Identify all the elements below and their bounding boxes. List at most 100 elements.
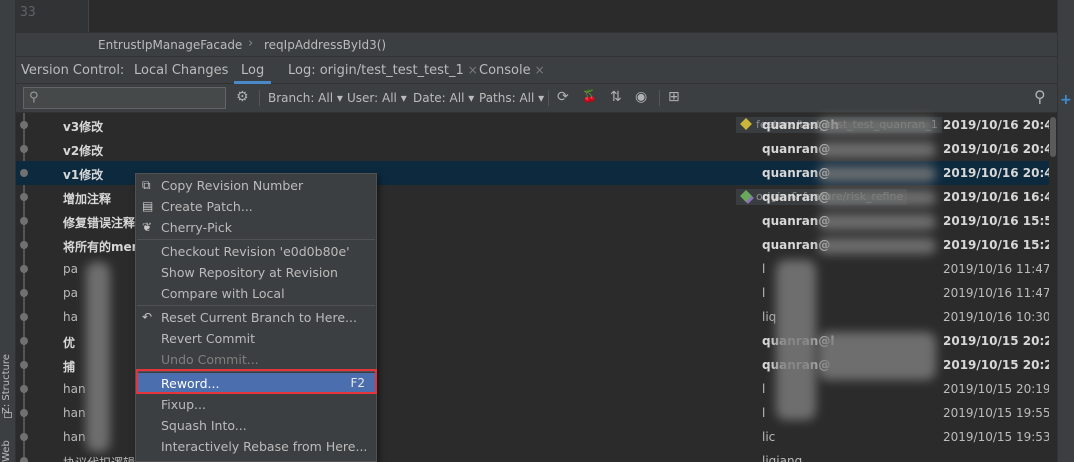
breadcrumb-separator: › xyxy=(248,36,254,51)
commit-subject: han xyxy=(63,406,86,420)
cherry-pick-icon[interactable]: 🍒 xyxy=(582,89,597,103)
patch-icon: ▤ xyxy=(142,199,154,213)
tab-label: Log xyxy=(241,63,265,78)
commit-node xyxy=(20,121,28,129)
add-icon[interactable]: + xyxy=(1060,92,1072,108)
tab-log[interactable]: Log xyxy=(234,57,272,84)
redacted-area xyxy=(818,238,936,254)
web-tool-button[interactable]: Web xyxy=(1,430,15,462)
commit-date: 2019/10/16 15:58 xyxy=(943,214,1057,228)
menu-separator xyxy=(137,239,375,240)
menu-item-label: Undo Commit... xyxy=(161,352,259,367)
breadcrumb: EntrustIpManageFacade › reqIpAddressById… xyxy=(16,32,1057,57)
search-input[interactable]: ⚲ xyxy=(23,87,226,109)
structure-tool-button[interactable]: Z: Structure xyxy=(1,342,15,414)
redacted-area xyxy=(818,332,936,380)
menu-item-label: Checkout Revision 'e0d0b80e' xyxy=(161,244,350,259)
editor-gutter: 33 xyxy=(16,0,89,32)
menu-item-create-patch[interactable]: ▤ Create Patch... xyxy=(137,196,375,217)
commit-subject: ha xyxy=(63,310,78,324)
new-tab-icon[interactable]: ⊞ xyxy=(668,89,680,105)
commit-subject: pa xyxy=(63,286,78,300)
commit-date: 2019/10/16 10:30 xyxy=(943,310,1051,324)
menu-item-compare-with-local[interactable]: Compare with Local xyxy=(137,283,375,304)
commit-subject: v1修改 xyxy=(63,168,104,182)
redacted-area xyxy=(818,190,936,206)
menu-item-fixup[interactable]: Fixup... xyxy=(137,394,375,415)
gear-icon[interactable]: ⚙ xyxy=(236,89,249,105)
branch-filter[interactable]: Branch: All ▾ xyxy=(268,91,343,105)
redacted-area xyxy=(818,142,936,158)
commit-subject: 将所有的mer xyxy=(63,240,138,254)
menu-item-label: Revert Commit xyxy=(161,331,256,346)
commit-node xyxy=(20,361,28,369)
commit-node xyxy=(20,313,28,321)
paths-filter[interactable]: Paths: All ▾ xyxy=(479,91,544,105)
menu-item-cherry-pick[interactable]: ❦ Cherry-Pick xyxy=(137,217,375,238)
menu-item-squash-into[interactable]: Squash Into... xyxy=(137,415,375,436)
cherry-icon: ❦ xyxy=(142,220,153,234)
commit-date: 2019/10/16 20:49 xyxy=(943,118,1057,132)
commit-node xyxy=(20,457,28,462)
tab-log-origin[interactable]: Log: origin/test_test_test_1 × xyxy=(288,57,478,84)
commit-node xyxy=(20,241,28,249)
menu-separator xyxy=(137,305,375,306)
breadcrumb-class[interactable]: EntrustIpManageFacade xyxy=(98,38,242,52)
commit-subject: v3修改 xyxy=(63,120,104,134)
commit-subject: 优 xyxy=(63,336,76,350)
commit-node xyxy=(20,289,28,297)
redacted-area xyxy=(776,260,816,420)
menu-item-show-repository-at-revision[interactable]: Show Repository at Revision xyxy=(137,262,375,283)
commit-node xyxy=(20,337,28,345)
commit-subject: pa xyxy=(63,262,78,276)
scrollbar[interactable] xyxy=(1049,113,1057,462)
commit-node xyxy=(20,409,28,417)
close-icon[interactable]: × xyxy=(535,63,545,77)
right-tool-strip: + xyxy=(1057,0,1074,462)
collapse-expand-icon[interactable]: ⇅ xyxy=(610,89,622,105)
tab-local-changes[interactable]: Local Changes xyxy=(134,57,228,84)
commit-date: 2019/10/16 11:47 xyxy=(943,286,1051,300)
tab-console[interactable]: Console × xyxy=(479,57,545,84)
commit-date: 2019/10/15 20:25 xyxy=(943,358,1057,372)
menu-item-checkout-revision-e0d0b80e[interactable]: Checkout Revision 'e0d0b80e' xyxy=(137,241,375,262)
menu-item-revert-commit[interactable]: Revert Commit xyxy=(137,328,375,349)
menu-item-label: Interactively Rebase from Here... xyxy=(161,439,368,454)
commit-date: 2019/10/16 15:23 xyxy=(943,238,1057,252)
menu-item-interactively-rebase-from-here[interactable]: Interactively Rebase from Here... xyxy=(137,436,375,457)
date-filter[interactable]: Date: All ▾ xyxy=(413,91,474,105)
commit-author: liqiang xyxy=(762,454,803,462)
tag-icon xyxy=(740,118,752,130)
commit-author: l xyxy=(762,382,766,396)
redacted-area xyxy=(818,166,936,182)
breadcrumb-method[interactable]: reqIpAddressById3() xyxy=(264,38,386,52)
search-icon: ⚲ xyxy=(29,90,39,105)
menu-item-label: Squash Into... xyxy=(161,418,247,433)
commit-date: 2019/10/16 20:46 xyxy=(943,142,1057,156)
menu-item-label: Copy Revision Number xyxy=(161,178,304,193)
scroll-thumb[interactable] xyxy=(1050,117,1056,157)
commit-node xyxy=(20,265,28,273)
menu-item-copy-revision-number[interactable]: ⧉ Copy Revision Number xyxy=(137,175,375,196)
tab-label: Console xyxy=(479,63,531,78)
close-icon[interactable]: × xyxy=(468,63,478,77)
search-icon[interactable]: ⚲ xyxy=(1034,87,1046,106)
commit-date: 2019/10/16 11:47 xyxy=(943,262,1051,276)
user-filter[interactable]: User: All ▾ xyxy=(347,91,407,105)
menu-item-reset-current-branch-to-here[interactable]: ↶ Reset Current Branch to Here... xyxy=(137,307,375,328)
commit-node xyxy=(20,217,28,225)
commit-subject: 修复错误注释 xyxy=(63,216,136,230)
reset-icon: ↶ xyxy=(142,310,153,324)
refresh-icon[interactable]: ⟳ xyxy=(557,89,569,105)
redacted-area xyxy=(818,118,936,134)
menu-item-label: Create Patch... xyxy=(161,199,253,214)
eye-icon[interactable]: ◉ xyxy=(635,89,647,105)
tab-label: Local Changes xyxy=(134,63,229,78)
toolbar-separator xyxy=(548,90,549,106)
commit-subject: 协议代扣逻辑 xyxy=(63,454,135,462)
commit-author: l xyxy=(762,286,766,300)
commit-author: l xyxy=(762,262,766,276)
menu-item-label: Cherry-Pick xyxy=(161,220,232,235)
editor-area[interactable]: 33 xyxy=(16,0,1057,32)
commit-date: 2019/10/16 16:44 xyxy=(943,190,1057,204)
